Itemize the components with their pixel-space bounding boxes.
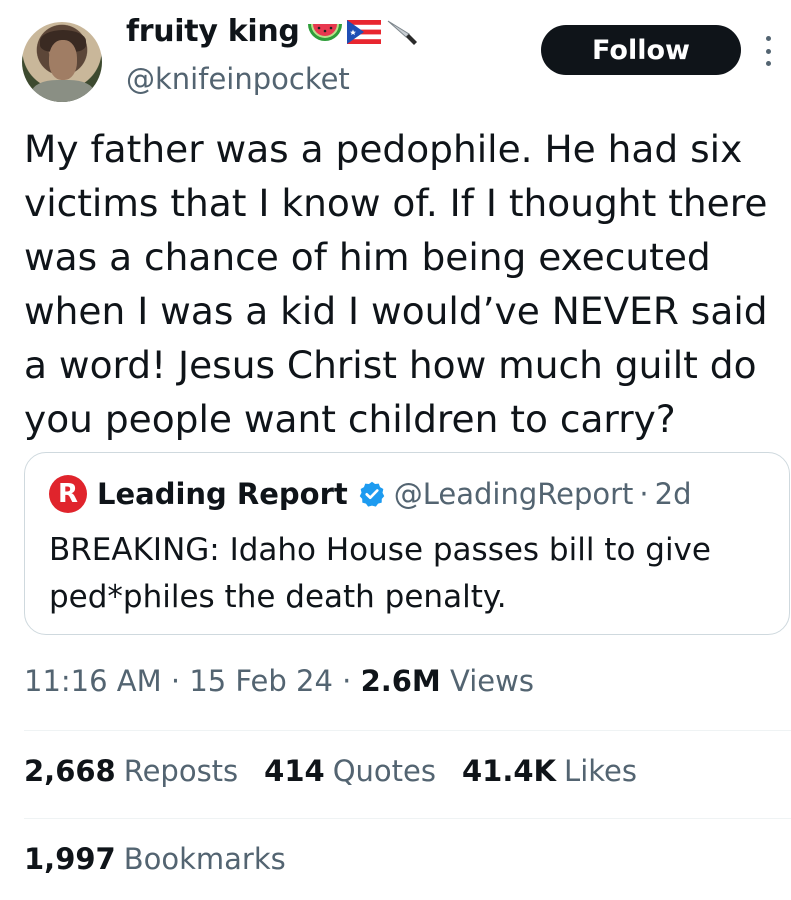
quoted-author-name[interactable]: Leading Report (97, 477, 348, 511)
quoted-tweet-card[interactable]: R Leading Report @LeadingReport · 2d BRE… (24, 452, 790, 635)
quoted-tweet-header: R Leading Report @LeadingReport · 2d (49, 475, 692, 513)
likes-stat[interactable]: 41.4K Likes (462, 754, 637, 788)
quotes-stat[interactable]: 414 Quotes (264, 754, 436, 788)
quoted-timestamp[interactable]: 2d (655, 477, 692, 511)
engagement-stats: 2,668 Reposts 414 Quotes 41.4K Likes (24, 754, 637, 788)
divider (24, 730, 791, 731)
author-avatar[interactable] (22, 22, 102, 102)
quotes-label: Quotes (332, 754, 436, 788)
quoted-tweet-text: BREAKING: Idaho House passes bill to giv… (49, 532, 711, 615)
views-count: 2.6M (360, 664, 441, 698)
follow-button[interactable]: Follow (541, 25, 741, 75)
quoted-separator: · (639, 477, 649, 511)
meta-separator: · (342, 664, 352, 698)
author-display-name[interactable]: fruity king (126, 14, 300, 49)
reposts-label: Reposts (123, 754, 239, 788)
reposts-stat[interactable]: 2,668 Reposts (24, 754, 238, 788)
verified-badge-icon (359, 481, 385, 507)
bookmarks-stat[interactable]: 1,997 Bookmarks (24, 842, 286, 876)
author-handle[interactable]: @knifeinpocket (126, 62, 350, 96)
tweet-date[interactable]: 15 Feb 24 (189, 664, 333, 698)
tweet-page: fruity king @knifeinpocket Follow My fat… (0, 0, 791, 900)
meta-separator: · (170, 664, 181, 698)
tweet-meta: 11:16 AM · 15 Feb 24 · 2.6M Views (24, 664, 534, 698)
reposts-count: 2,668 (24, 754, 116, 788)
tweet-text: My father was a pedophile. He had six vi… (24, 127, 768, 441)
views-label: Views (450, 664, 534, 698)
puerto-rico-flag-icon (346, 19, 381, 44)
quoted-author-handle[interactable]: @LeadingReport (394, 477, 634, 511)
divider (24, 818, 791, 819)
knife-icon (387, 20, 417, 45)
author-name-row[interactable]: fruity king (126, 14, 418, 49)
bookmarks-count: 1,997 (24, 842, 116, 876)
author-emoji (306, 15, 418, 49)
more-options-icon[interactable] (763, 36, 773, 66)
bookmarks-label: Bookmarks (123, 842, 286, 876)
watermelon-icon (307, 23, 342, 41)
tweet-time[interactable]: 11:16 AM (24, 664, 162, 698)
likes-label: Likes (564, 754, 637, 788)
quotes-count: 414 (264, 754, 325, 788)
leading-report-logo-icon[interactable]: R (49, 475, 87, 513)
likes-count: 41.4K (462, 754, 557, 788)
